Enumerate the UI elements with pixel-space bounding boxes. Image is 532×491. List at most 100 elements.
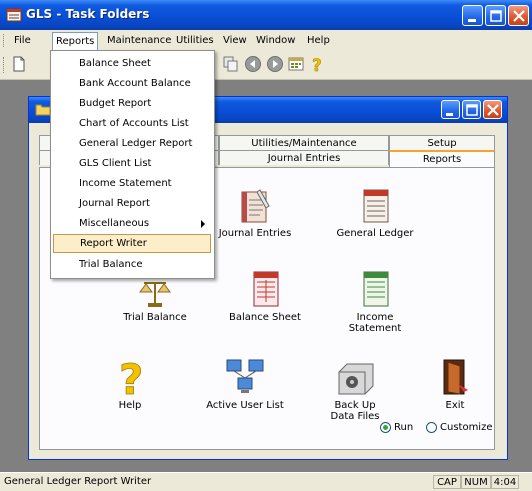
run-radio-dot [380, 421, 391, 433]
svg-text:?: ? [312, 56, 322, 73]
menu-item-report-writer[interactable]: Report Writer [53, 234, 211, 253]
task-back-up-data-files[interactable]: Back Up Data Files [310, 356, 400, 422]
menu-view[interactable]: View [219, 33, 251, 49]
task-exit[interactable]: Exit [410, 356, 500, 411]
task-help[interactable]: ? Help [85, 356, 175, 411]
copy-icon[interactable] [222, 55, 240, 73]
inner-close-button[interactable] [483, 100, 502, 119]
menu-item-label: Bank Account Balance [79, 78, 191, 89]
gls-app-icon [6, 8, 22, 22]
tab-journal-entries-label: Journal Entries [267, 153, 341, 164]
tab-setup[interactable]: Setup [389, 135, 495, 150]
task-exit-label: Exit [445, 400, 465, 411]
customize-radio[interactable]: Customize [426, 421, 493, 435]
task-general-ledger-label: General Ledger [336, 228, 414, 239]
close-button[interactable] [508, 5, 529, 26]
menu-maintenance-label: Maintenance [107, 35, 172, 46]
balance-sheet-icon [253, 271, 279, 307]
menu-item-trial-balance[interactable]: Trial Balance [53, 255, 211, 274]
menu-reports-label: Reports [56, 36, 95, 47]
close-icon [513, 10, 525, 22]
menu-help-label: Help [307, 35, 330, 46]
menu-item-label: General Ledger Report [79, 138, 193, 149]
help-icon: ? [119, 356, 144, 398]
run-radio[interactable]: Run [380, 421, 413, 435]
back-icon[interactable] [244, 55, 262, 73]
menu-window-label: Window [256, 35, 296, 46]
task-balance-sheet[interactable]: Balance Sheet [220, 268, 310, 323]
tab-reports-label: Reports [422, 154, 462, 165]
menu-item-label: Miscellaneous [79, 218, 150, 229]
menu-file-label: File [14, 35, 31, 46]
menu-item-balance-sheet[interactable]: Balance Sheet [53, 54, 211, 73]
task-journal-entries-label: Journal Entries [218, 228, 292, 239]
help-question-icon[interactable]: ? [308, 55, 326, 73]
task-general-ledger[interactable]: General Ledger [330, 186, 420, 239]
application-window: GLS - Task Folders File Reports Maintena… [0, 0, 532, 491]
menu-view-label: View [223, 35, 247, 46]
tab-setup-label: Setup [427, 138, 457, 149]
title-bar[interactable]: GLS - Task Folders [0, 0, 532, 30]
menu-item-general-ledger-report[interactable]: General Ledger Report [53, 134, 211, 153]
minimize-icon [468, 19, 476, 22]
toolbar-grip [3, 57, 6, 73]
customize-radio-dot [426, 421, 437, 433]
run-radio-label: Run [394, 422, 414, 433]
reports-menu-dropdown: Balance Sheet Bank Account Balance Budge… [50, 50, 215, 279]
menu-item-journal-report[interactable]: Journal Report [53, 194, 211, 213]
backup-drive-icon [338, 363, 374, 395]
menu-utilities[interactable]: Utilities [172, 33, 218, 49]
status-cap: CAP [433, 475, 461, 489]
maximize-button[interactable] [485, 5, 506, 26]
menu-maintenance[interactable]: Maintenance [103, 33, 175, 49]
minimize-button[interactable] [462, 5, 483, 26]
inner-maximize-button[interactable] [462, 100, 481, 119]
exit-door-icon [443, 359, 468, 395]
close-icon [487, 104, 499, 116]
maximize-icon [466, 104, 478, 116]
maximize-icon [490, 10, 502, 22]
task-trial-balance-label: Trial Balance [123, 312, 187, 323]
status-text: General Ledger Report Writer [4, 476, 152, 487]
task-income-statement[interactable]: Income Statement [330, 268, 420, 334]
menu-file[interactable]: File [10, 33, 35, 49]
menu-item-gls-client-list[interactable]: GLS Client List [53, 154, 211, 173]
status-bar: General Ledger Report Writer CAP NUM 4:0… [0, 472, 532, 491]
menu-item-miscellaneous[interactable]: Miscellaneous [53, 214, 211, 233]
menu-item-income-statement[interactable]: Income Statement [53, 174, 211, 193]
menu-window[interactable]: Window [252, 33, 299, 49]
inner-minimize-button[interactable] [441, 100, 460, 119]
menu-item-label: Budget Report [79, 98, 152, 109]
svg-text:?: ? [119, 356, 143, 398]
status-time-label: 4:04 [493, 477, 517, 488]
forward-icon[interactable] [266, 55, 284, 73]
window-title: GLS - Task Folders [26, 7, 150, 21]
menu-reports[interactable]: Reports [52, 32, 99, 52]
tab-utilities-maintenance-label: Utilities/Maintenance [251, 138, 357, 149]
menu-item-label: Income Statement [79, 178, 172, 189]
menu-item-label: Report Writer [80, 238, 147, 249]
tab-reports[interactable]: Reports [389, 150, 495, 167]
new-document-icon[interactable] [10, 55, 28, 73]
menu-item-budget-report[interactable]: Budget Report [53, 94, 211, 113]
task-trial-balance[interactable]: Trial Balance [110, 276, 200, 323]
minimize-icon [446, 113, 453, 116]
menu-item-bank-account-balance[interactable]: Bank Account Balance [53, 74, 211, 93]
menu-item-label: Balance Sheet [79, 58, 151, 69]
submenu-arrow-icon [201, 220, 205, 228]
tab-journal-entries[interactable]: Journal Entries [219, 150, 389, 165]
menu-item-chart-of-accounts-list[interactable]: Chart of Accounts List [53, 114, 211, 133]
task-balance-sheet-label: Balance Sheet [229, 312, 301, 323]
menu-help[interactable]: Help [303, 33, 334, 49]
status-num-label: NUM [464, 477, 488, 488]
menu-bar: File Reports Maintenance Utilities View … [0, 30, 532, 52]
status-time: 4:04 [491, 475, 519, 489]
menu-item-label: Chart of Accounts List [79, 118, 189, 129]
tab-utilities-maintenance[interactable]: Utilities/Maintenance [219, 135, 389, 150]
task-folder-icon [35, 104, 51, 116]
task-journal-entries[interactable]: Journal Entries [210, 186, 300, 239]
calendar-icon[interactable] [287, 55, 305, 73]
income-statement-icon [363, 271, 389, 307]
task-active-user-list[interactable]: Active User List [200, 356, 290, 411]
menu-item-label: Journal Report [79, 198, 150, 209]
